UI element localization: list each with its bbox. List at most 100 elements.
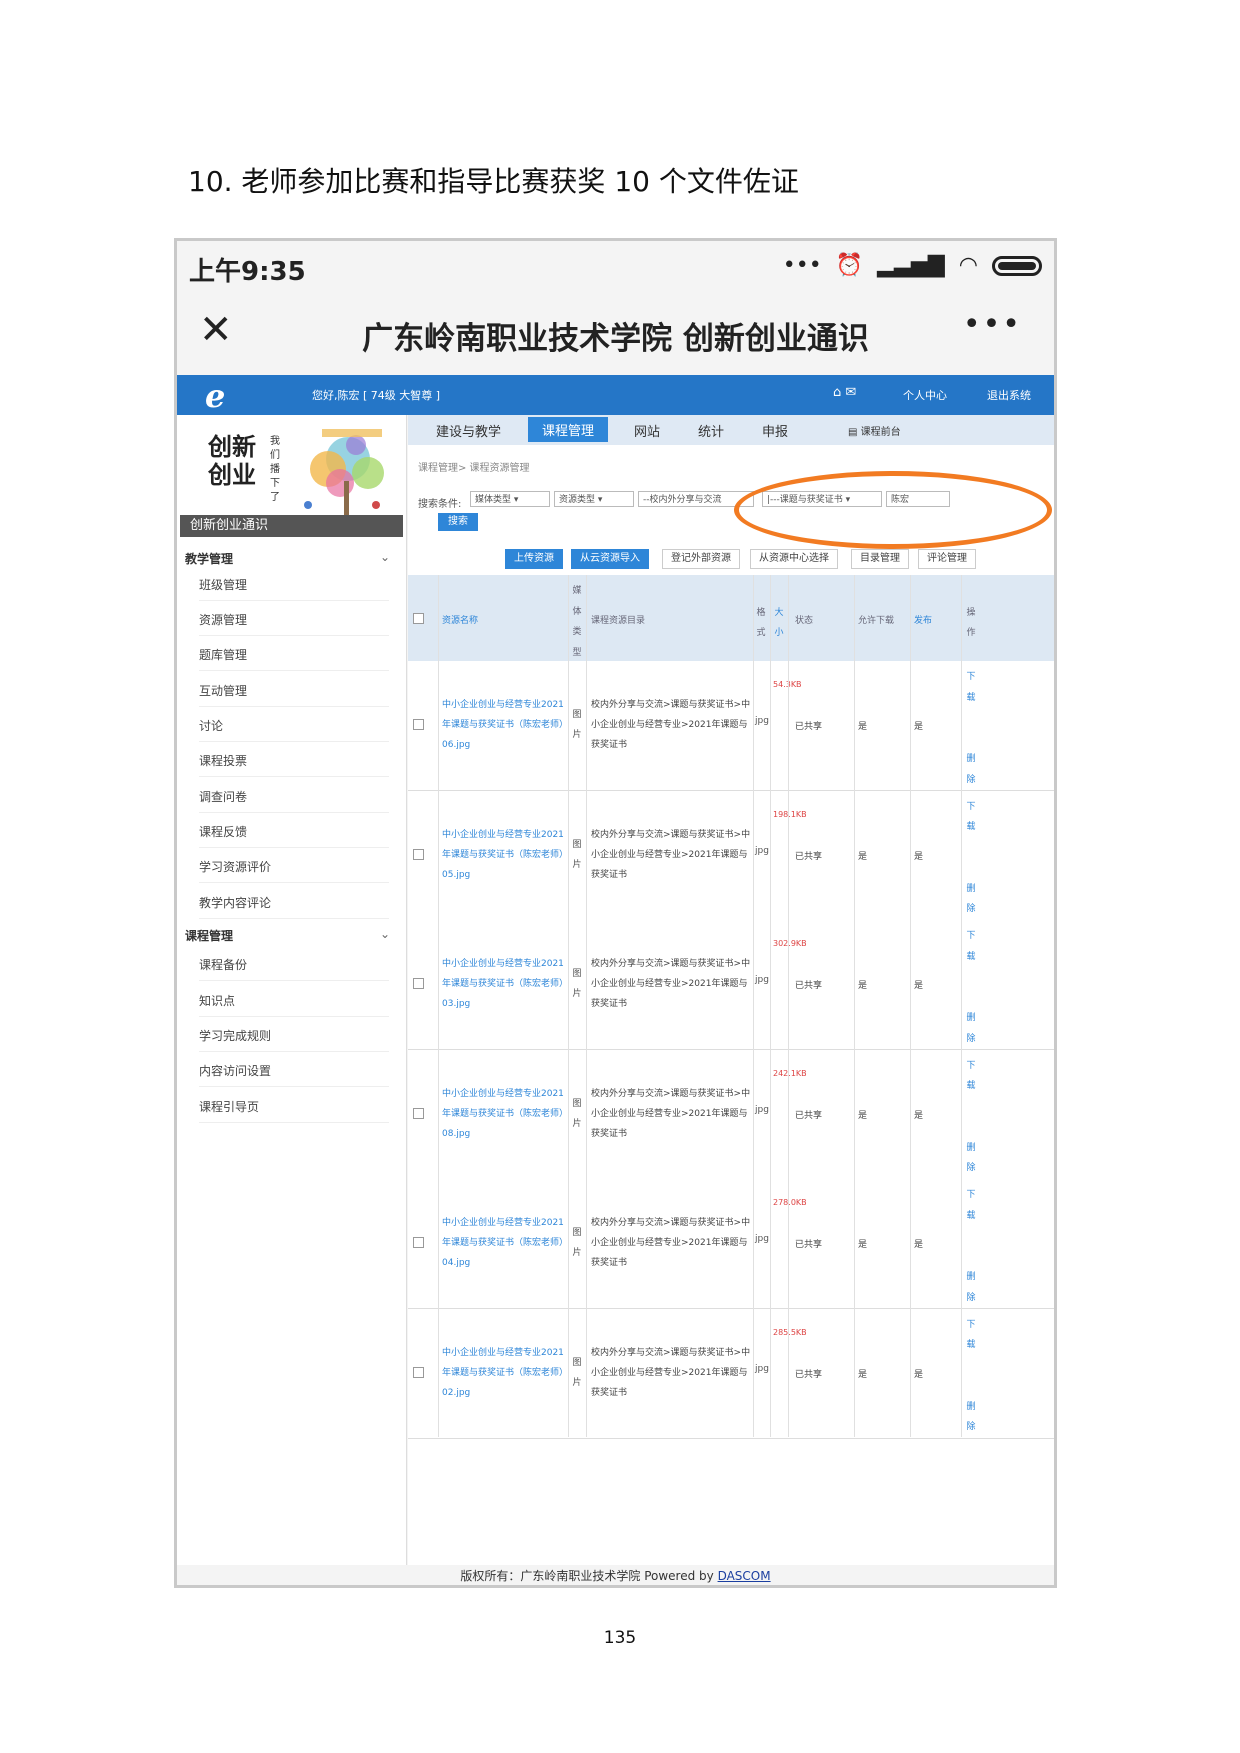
resource-name-link[interactable]: 中小企业创业与经营专业2021年课题与获奖证书（陈宏老师）08.jpg xyxy=(442,1084,566,1144)
resource-name-link[interactable]: 中小企业创业与经营专业2021年课题与获奖证书（陈宏老师）04.jpg xyxy=(442,1213,566,1273)
delete-link[interactable]: 删除 xyxy=(965,1267,977,1308)
delete-link[interactable]: 删除 xyxy=(965,1138,977,1179)
row-checkbox[interactable] xyxy=(413,1366,424,1378)
col-status: 状态 xyxy=(795,616,814,626)
column-divider xyxy=(568,575,569,1437)
copyright-text: 版权所有：广东岭南职业技术学院 Powered by xyxy=(460,1569,718,1583)
row-checkbox[interactable] xyxy=(413,1107,424,1119)
col-dir: 课程资源目录 xyxy=(591,616,646,626)
site-header: e 您好,陈宏 [ 74级 大智尊 ] ⌂ ✉ 个人中心 退出系统 xyxy=(177,375,1054,415)
size-cell: 278.0KB xyxy=(773,1198,807,1207)
delete-link[interactable]: 删除 xyxy=(965,749,977,790)
cloud-import-button[interactable]: 从云资源导入 xyxy=(571,549,649,569)
resource-name-link[interactable]: 中小企业创业与经营专业2021年课题与获奖证书（陈宏老师）03.jpg xyxy=(442,954,566,1014)
top-nav: 建设与教学 课程管理 网站 统计 申报 ▤ 课程前台 xyxy=(408,415,1054,445)
allow-download-cell: 是 xyxy=(858,722,868,732)
sidebar-item[interactable]: 课程反馈 xyxy=(199,817,389,848)
publish-cell: 是 xyxy=(914,722,924,732)
media-type-cell: 图片 xyxy=(572,1228,582,1258)
select-from-center-button[interactable]: 从资源中心选择 xyxy=(750,549,838,569)
sidebar-item[interactable]: 课程备份 xyxy=(199,950,389,981)
table-row: 中小企业创业与经营专业2021年课题与获奖证书（陈宏老师）06.jpg 图片 校内外… xyxy=(408,661,1054,791)
register-external-button[interactable]: 登记外部资源 xyxy=(662,549,740,569)
operation-cell: 下载 删除 xyxy=(965,926,977,1049)
col-allow-download: 允许下载 xyxy=(858,616,895,626)
publish-cell: 是 xyxy=(914,851,924,862)
course-front-link[interactable]: ▤ 课程前台 xyxy=(848,423,901,438)
resource-name-link[interactable]: 中小企业创业与经营专业2021年课题与获奖证书（陈宏老师）05.jpg xyxy=(442,825,566,885)
download-link[interactable]: 下载 xyxy=(965,1315,977,1356)
sidebar-item[interactable]: 知识点 xyxy=(199,986,389,1017)
media-type-cell: 图片 xyxy=(572,969,582,999)
sidebar-item[interactable]: 资源管理 xyxy=(199,605,389,636)
sidebar-item[interactable]: 调查问卷 xyxy=(199,782,389,813)
resource-type-select[interactable]: 资源类型 ▾ xyxy=(554,491,634,507)
status-cell: 已共享 xyxy=(795,1369,823,1380)
row-checkbox[interactable] xyxy=(413,848,424,860)
col-format: 格式 xyxy=(756,608,766,638)
download-link[interactable]: 下载 xyxy=(965,1056,977,1097)
status-cell: 已共享 xyxy=(795,981,823,991)
more-menu-icon[interactable]: ••• xyxy=(963,307,1022,342)
operation-cell: 下载 删除 xyxy=(965,1185,977,1308)
delete-link[interactable]: 删除 xyxy=(965,1397,977,1438)
resource-name-link[interactable]: 中小企业创业与经营专业2021年课题与获奖证书（陈宏老师）06.jpg xyxy=(442,695,566,755)
tab-course-management[interactable]: 课程管理 xyxy=(528,417,609,442)
sidebar-item[interactable]: 学习完成规则 xyxy=(199,1021,389,1052)
status-cell: 已共享 xyxy=(795,1110,823,1121)
row-checkbox[interactable] xyxy=(413,978,424,989)
tab-declare[interactable]: 申报 xyxy=(762,421,788,440)
status-bar: 上午9:35 ••• ⏰ ▂▃▅▇ ◠ xyxy=(177,241,1054,297)
publish-cell: 是 xyxy=(914,1240,924,1250)
table-row: 中小企业创业与经营专业2021年课题与获奖证书（陈宏老师）04.jpg 图片 校内外… xyxy=(408,1179,1054,1309)
search-button[interactable]: 搜索 xyxy=(438,513,478,531)
download-link[interactable]: 下载 xyxy=(965,926,977,967)
section-teaching-management[interactable]: 教学管理 ⌄ xyxy=(185,550,390,567)
delete-link[interactable]: 删除 xyxy=(965,1008,977,1049)
publish-cell: 是 xyxy=(914,1369,924,1380)
home-mail-icons[interactable]: ⌂ ✉ xyxy=(833,385,856,400)
format-cell: jpg xyxy=(755,1363,769,1374)
row-checkbox[interactable] xyxy=(413,1237,424,1248)
delete-link[interactable]: 删除 xyxy=(965,879,977,920)
sidebar-item[interactable]: 班级管理 xyxy=(199,570,389,601)
sidebar-item[interactable]: 课程投票 xyxy=(199,746,389,777)
tab-statistics[interactable]: 统计 xyxy=(698,421,724,440)
sidebar-item[interactable]: 学习资源评价 xyxy=(199,852,389,883)
dascom-link[interactable]: DASCOM xyxy=(718,1569,771,1583)
tab-website[interactable]: 网站 xyxy=(634,421,660,440)
sidebar-item[interactable]: 题库管理 xyxy=(199,640,389,671)
sidebar-item[interactable]: 内容访问设置 xyxy=(199,1056,389,1087)
section-label: 教学管理 xyxy=(185,552,234,566)
table-row: 中小企业创业与经营专业2021年课题与获奖证书（陈宏老师）03.jpg 图片 校内外… xyxy=(408,920,1054,1050)
sidebar-item[interactable]: 讨论 xyxy=(199,711,389,742)
sidebar-item[interactable]: 课程引导页 xyxy=(199,1092,389,1123)
personal-center-link[interactable]: 个人中心 xyxy=(903,387,947,403)
sidebar-item[interactable]: 教学内容评论 xyxy=(199,888,389,919)
download-link[interactable]: 下载 xyxy=(965,667,977,708)
chevron-down-icon: ⌄ xyxy=(379,550,390,564)
section-course-management[interactable]: 课程管理 ⌄ xyxy=(185,927,390,944)
logout-link[interactable]: 退出系统 xyxy=(987,387,1031,403)
sidebar-item[interactable]: 互动管理 xyxy=(199,676,389,707)
download-link[interactable]: 下载 xyxy=(965,1185,977,1226)
brand-caption: 创新创业通识 xyxy=(180,515,403,537)
app-title: 广东岭南职业技术学院 创新创业通识 xyxy=(362,321,869,357)
row-checkbox[interactable] xyxy=(413,719,424,730)
tab-build-teach[interactable]: 建设与教学 xyxy=(436,421,501,440)
battery-icon xyxy=(992,255,1042,276)
upload-resource-button[interactable]: 上传资源 xyxy=(505,549,563,569)
column-divider xyxy=(961,575,962,1437)
directory-manage-button[interactable]: 目录管理 xyxy=(851,549,909,569)
alarm-icon: ⏰ xyxy=(835,253,864,278)
comment-manage-button[interactable]: 评论管理 xyxy=(918,549,976,569)
site-logo[interactable]: e xyxy=(205,377,225,415)
publish-cell: 是 xyxy=(914,1110,924,1121)
table-row: 中小企业创业与经营专业2021年课题与获奖证书（陈宏老师）02.jpg 图片 校内外… xyxy=(408,1308,1054,1439)
media-type-select[interactable]: 媒体类型 ▾ xyxy=(470,491,550,507)
resource-name-link[interactable]: 中小企业创业与经营专业2021年课题与获奖证书（陈宏老师）02.jpg xyxy=(442,1343,566,1403)
download-link[interactable]: 下载 xyxy=(965,797,977,838)
select-all-checkbox[interactable] xyxy=(413,613,424,624)
